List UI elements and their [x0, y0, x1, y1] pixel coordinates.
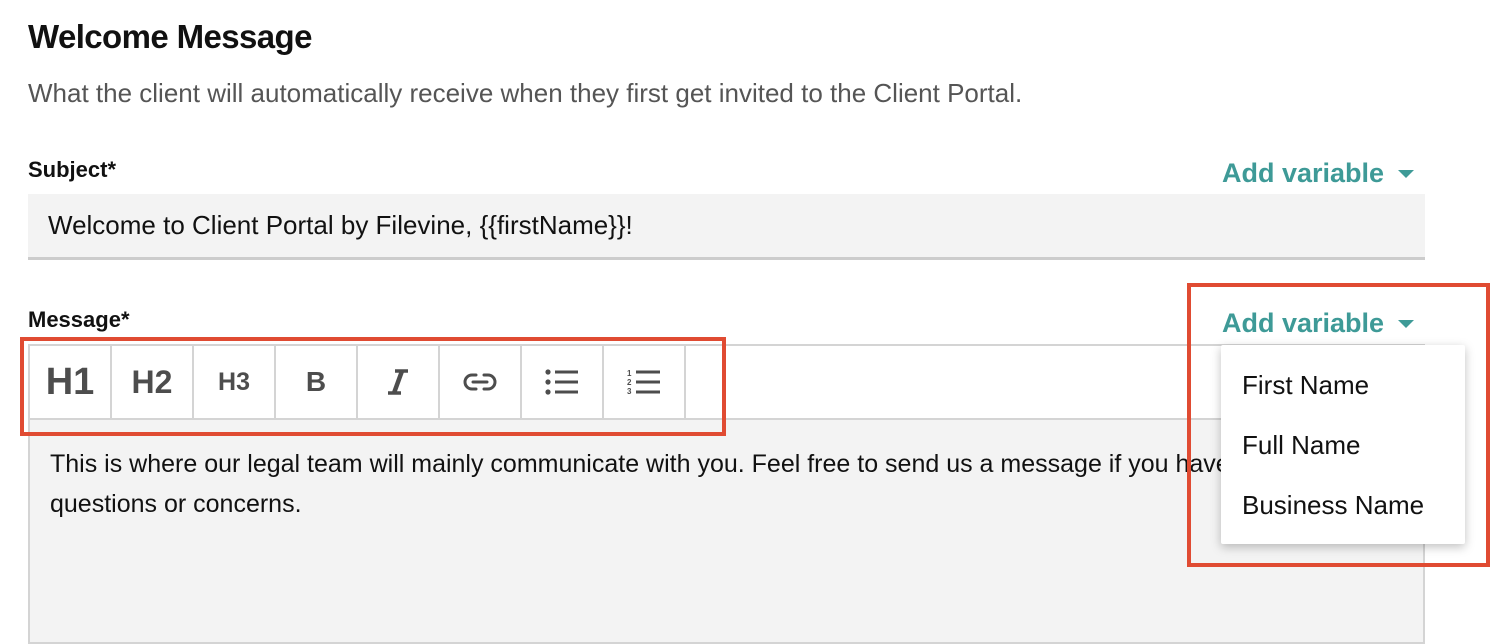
message-label: Message*	[28, 307, 130, 332]
bold-icon: B	[305, 366, 327, 397]
chevron-down-icon	[1398, 169, 1415, 178]
dropdown-item-full-name[interactable]: Full Name	[1242, 430, 1360, 461]
link-icon	[463, 373, 497, 391]
bold-button[interactable]: B	[276, 346, 358, 418]
subject-label: Subject*	[28, 157, 117, 182]
numbered-list-icon: 1 2 3	[627, 369, 660, 396]
italic-icon	[388, 369, 408, 395]
message-editor[interactable]: H1 H2 H3 B 1 2 3 This is where our legal…	[28, 344, 1425, 644]
italic-button[interactable]	[358, 346, 440, 418]
subject-add-variable-button[interactable]: Add variable	[1222, 158, 1415, 189]
bulleted-list-icon	[545, 369, 578, 395]
page-description: What the client will automatically recei…	[28, 78, 1023, 108]
subject-add-variable-label: Add variable	[1222, 158, 1385, 188]
chevron-down-icon	[1398, 319, 1415, 328]
svg-text:1: 1	[627, 369, 632, 378]
message-add-variable-label: Add variable	[1222, 308, 1385, 338]
svg-text:2: 2	[627, 378, 632, 387]
heading-3-button[interactable]: H3	[194, 346, 276, 418]
subject-input[interactable]	[28, 194, 1425, 260]
page-title: Welcome Message	[28, 18, 312, 55]
heading-1-button[interactable]: H1	[30, 346, 112, 418]
dropdown-item-business-name[interactable]: Business Name	[1242, 490, 1424, 521]
message-body[interactable]: This is where our legal team will mainly…	[50, 444, 1380, 524]
message-add-variable-button[interactable]: Add variable	[1222, 308, 1415, 339]
svg-text:3: 3	[627, 387, 632, 396]
heading-2-button[interactable]: H2	[112, 346, 194, 418]
link-button[interactable]	[440, 346, 522, 418]
dropdown-item-first-name[interactable]: First Name	[1242, 370, 1369, 401]
heading-3-icon: H3	[218, 367, 250, 396]
heading-1-icon: H1	[45, 360, 95, 403]
formatting-toolbar: H1 H2 H3 B 1 2 3	[30, 346, 1423, 420]
heading-2-icon: H2	[131, 363, 173, 400]
numbered-list-button[interactable]: 1 2 3	[604, 346, 686, 418]
bulleted-list-button[interactable]	[522, 346, 604, 418]
variable-dropdown-menu: First Name Full Name Business Name	[1221, 345, 1465, 544]
